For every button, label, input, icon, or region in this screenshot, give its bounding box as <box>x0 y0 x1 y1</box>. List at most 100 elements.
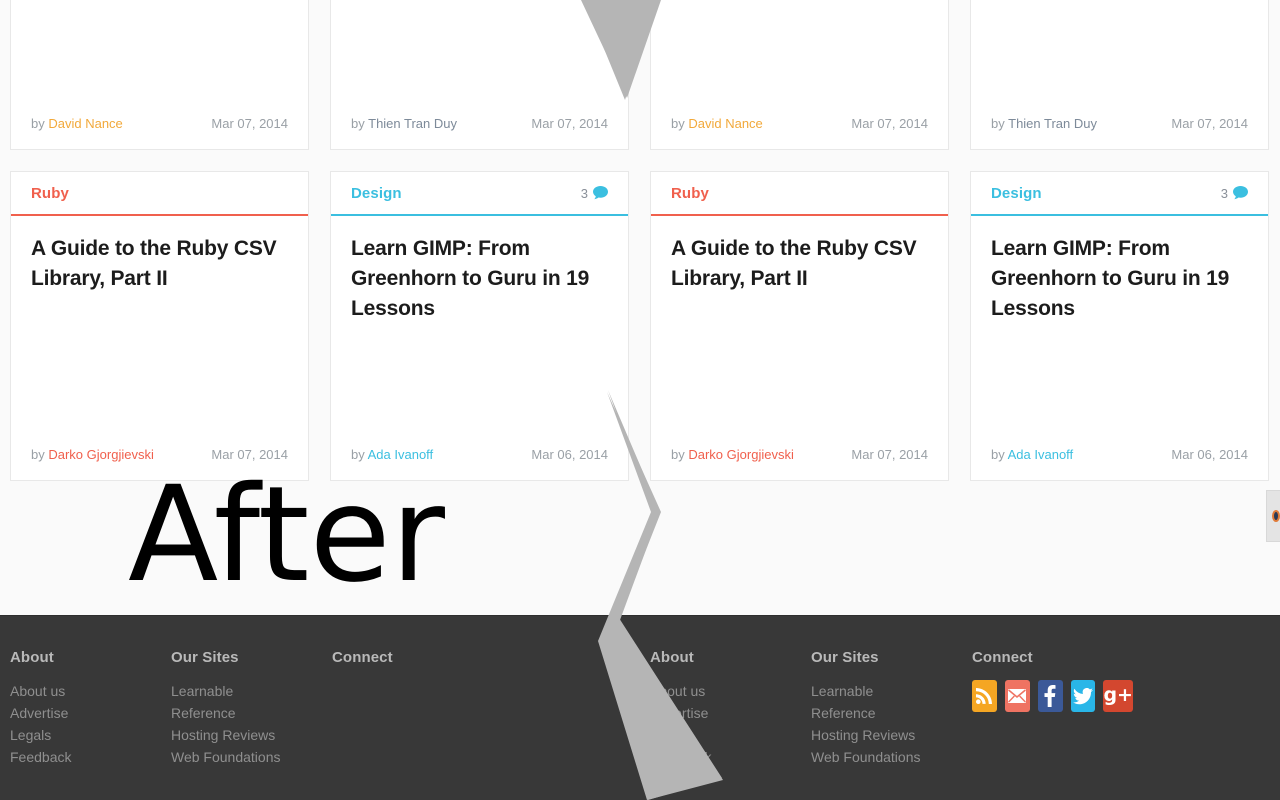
card-category-header: Ruby <box>651 172 948 216</box>
footer-link[interactable]: About us <box>650 680 811 702</box>
by-prefix: by <box>351 115 365 131</box>
site-footer: About About us Advertise Legals Feedback… <box>0 615 1280 800</box>
footer-link-list: Learnable Reference Hosting Reviews Web … <box>811 680 972 768</box>
article-card[interactable]: Building a Simple Blog App with MongoDB … <box>330 0 629 150</box>
publish-date: Mar 07, 2014 <box>1171 115 1248 131</box>
footer-column-about: About About us Advertise Legals Feedback <box>10 649 171 768</box>
category-label[interactable]: Ruby <box>671 185 709 202</box>
edge-tab-icon <box>1272 510 1280 522</box>
footer-heading: About <box>650 649 694 666</box>
article-card[interactable]: Design 3 Learn GIMP: From Greenhorn to G… <box>970 171 1269 481</box>
publish-date: Mar 07, 2014 <box>531 115 608 131</box>
by-prefix: by <box>991 446 1005 462</box>
by-prefix: by <box>991 115 1005 131</box>
footer-link-list: About us Advertise Legals Feedback <box>650 680 811 768</box>
author-link[interactable]: David Nance <box>688 116 762 131</box>
publish-date: Mar 07, 2014 <box>851 446 928 462</box>
footer-heading: Connect <box>972 649 1033 666</box>
comment-count[interactable]: 3 <box>1221 186 1248 201</box>
article-title[interactable]: Learn GIMP: From Greenhorn to Guru in 19… <box>991 234 1248 324</box>
article-card[interactable]: Rich Presentations Using CreateJS by Dav… <box>650 0 949 150</box>
footer-link[interactable]: Reference <box>171 702 332 724</box>
twitter-icon[interactable] <box>1070 680 1096 712</box>
footer-link[interactable]: Learnable <box>171 680 332 702</box>
google-plus-glyph: g+ <box>1103 683 1133 706</box>
card-body: Learn GIMP: From Greenhorn to Guru in 19… <box>331 216 628 428</box>
byline: by David Nance <box>671 116 763 131</box>
comment-count[interactable]: 3 <box>581 186 608 201</box>
footer-link[interactable]: Hosting Reviews <box>811 724 972 746</box>
before-panel: Rich Presentations Using CreateJS by Dav… <box>640 0 1280 615</box>
footer-before: About About us Advertise Legals Feedback… <box>640 616 1280 800</box>
category-label[interactable]: Ruby <box>31 185 69 202</box>
card-meta: by David Nance Mar 07, 2014 <box>11 97 308 149</box>
publish-date: Mar 07, 2014 <box>211 115 288 131</box>
comparison-page: Rich Presentations Using CreateJS by Dav… <box>0 0 1280 800</box>
footer-link[interactable]: Hosting Reviews <box>171 724 332 746</box>
author-link[interactable]: David Nance <box>48 116 122 131</box>
footer-link[interactable]: Legals <box>10 724 171 746</box>
footer-link[interactable]: Feedback <box>10 746 171 768</box>
facebook-icon[interactable] <box>1037 680 1063 712</box>
footer-link-list: About us Advertise Legals Feedback <box>10 680 171 768</box>
social-links: g+ <box>972 680 1133 712</box>
comment-count-value: 3 <box>580 185 588 201</box>
footer-link[interactable]: Web Foundations <box>171 746 332 768</box>
footer-column-connect: Connect <box>972 649 1133 768</box>
email-icon[interactable] <box>1004 680 1030 712</box>
by-prefix: by <box>31 115 45 131</box>
card-body: A Guide to the Ruby CSV Library, Part II <box>651 216 948 428</box>
card-meta: by Ada Ivanoff Mar 06, 2014 <box>971 428 1268 480</box>
article-card[interactable]: Ruby A Guide to the Ruby CSV Library, Pa… <box>10 171 309 481</box>
card-meta: by Thien Tran Duy Mar 07, 2014 <box>971 97 1268 149</box>
card-category-header: Design 3 <box>971 172 1268 216</box>
footer-link[interactable]: About us <box>10 680 171 702</box>
footer-link-list: Learnable Reference Hosting Reviews Web … <box>171 680 332 768</box>
after-caption: After <box>128 458 445 612</box>
article-card[interactable]: Design 3 Learn GIMP: From Greenhorn to G… <box>330 171 629 481</box>
publish-date: Mar 06, 2014 <box>1171 446 1248 462</box>
category-label[interactable]: Design <box>351 185 402 202</box>
footer-link[interactable]: Advertise <box>650 702 811 724</box>
article-title[interactable]: A Guide to the Ruby CSV Library, Part II <box>671 234 928 294</box>
author-link[interactable]: Ada Ivanoff <box>1008 447 1074 462</box>
footer-link[interactable]: Reference <box>811 702 972 724</box>
article-title[interactable]: Learn GIMP: From Greenhorn to Guru in 19… <box>351 234 608 324</box>
byline: by Thien Tran Duy <box>991 116 1097 131</box>
footer-link[interactable]: Advertise <box>10 702 171 724</box>
article-title[interactable]: A Guide to the Ruby CSV Library, Part II <box>31 234 288 294</box>
footer-link[interactable]: Web Foundations <box>811 746 972 768</box>
card-meta: by Darko Gjorgjievski Mar 07, 2014 <box>651 428 948 480</box>
by-prefix: by <box>671 446 685 462</box>
card-category-header: Ruby <box>11 172 308 216</box>
footer-link[interactable]: Learnable <box>811 680 972 702</box>
card-meta: by David Nance Mar 07, 2014 <box>651 97 948 149</box>
author-link[interactable]: Thien Tran Duy <box>1008 116 1097 131</box>
byline: by Thien Tran Duy <box>351 116 457 131</box>
google-plus-icon[interactable]: g+ <box>1103 680 1133 712</box>
by-prefix: by <box>671 115 685 131</box>
footer-heading: About <box>10 649 54 666</box>
after-panel: Rich Presentations Using CreateJS by Dav… <box>0 0 640 615</box>
card-category-header: Design 3 <box>331 172 628 216</box>
article-card[interactable]: Building a Simple Blog App with MongoDB … <box>970 0 1269 150</box>
rss-icon[interactable] <box>972 680 997 712</box>
byline: by Darko Gjorgjievski <box>671 447 794 462</box>
edge-feedback-tab[interactable] <box>1266 490 1280 542</box>
footer-link[interactable]: Feedback <box>650 746 811 768</box>
article-card[interactable]: Rich Presentations Using CreateJS by Dav… <box>10 0 309 150</box>
article-card[interactable]: Ruby A Guide to the Ruby CSV Library, Pa… <box>650 171 949 481</box>
footer-link[interactable]: Legals <box>650 724 811 746</box>
card-meta: by Thien Tran Duy Mar 07, 2014 <box>331 97 628 149</box>
footer-heading: Connect <box>332 649 393 666</box>
footer-columns: About About us Advertise Legals Feedback… <box>10 649 493 768</box>
category-label[interactable]: Design <box>991 185 1042 202</box>
author-link[interactable]: Thien Tran Duy <box>368 116 457 131</box>
author-link[interactable]: Darko Gjorgjievski <box>688 447 793 462</box>
footer-heading: Our Sites <box>811 649 879 666</box>
footer-column-connect: Connect <box>332 649 493 768</box>
footer-column-our-sites: Our Sites Learnable Reference Hosting Re… <box>811 649 972 768</box>
facebook-f-glyph <box>1044 685 1056 707</box>
footer-columns: About About us Advertise Legals Feedback… <box>650 649 1133 768</box>
byline: by David Nance <box>31 116 123 131</box>
